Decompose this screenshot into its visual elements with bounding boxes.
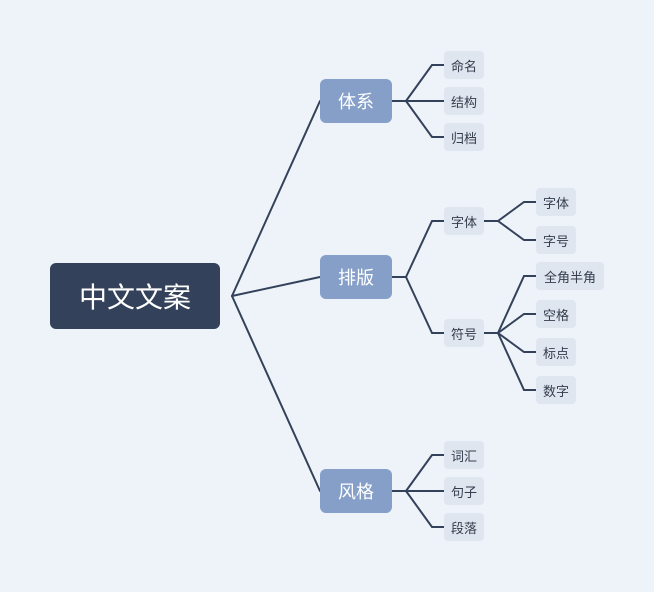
connector-fuhao-biaodian bbox=[497, 332, 537, 353]
leaf-node-quanjiao-banjiao[interactable]: 全角半角 bbox=[536, 262, 604, 290]
connector-ziti-ziti2 bbox=[497, 201, 537, 222]
root-node-label: 中文文案 bbox=[78, 281, 191, 314]
root-node[interactable]: 中文文案 bbox=[50, 263, 220, 329]
connector-fengge-duanluo bbox=[405, 490, 445, 528]
branch-node-tixi[interactable]: 体系 bbox=[320, 79, 392, 123]
leaf-node-juzi[interactable]: 句子 bbox=[444, 477, 484, 505]
connector-root-paiban bbox=[231, 276, 321, 297]
subbranch-node-ziti[interactable]: 字体 bbox=[444, 207, 484, 235]
branch-node-label: 排版 bbox=[338, 268, 374, 289]
leaf-node-guidang[interactable]: 归档 bbox=[444, 123, 484, 151]
leaf-node-label: 标点 bbox=[542, 346, 569, 362]
connector-tixi-guidang bbox=[405, 100, 445, 138]
branch-node-label: 风格 bbox=[338, 482, 374, 503]
branch-node-label: 体系 bbox=[338, 92, 374, 113]
leaf-node-zihao[interactable]: 字号 bbox=[536, 226, 576, 254]
connector-fuhao-shuzi bbox=[497, 332, 537, 391]
leaf-node-label: 全角半角 bbox=[543, 270, 596, 286]
leaf-node-label: 命名 bbox=[450, 59, 477, 75]
leaf-node-shuzi[interactable]: 数字 bbox=[536, 376, 576, 404]
leaf-node-label: 字体 bbox=[450, 215, 477, 231]
connector-fengge-cihui bbox=[405, 454, 445, 492]
leaf-node-jiegou[interactable]: 结构 bbox=[444, 87, 484, 115]
leaf-node-label: 段落 bbox=[450, 521, 477, 537]
leaf-node-ziti[interactable]: 字体 bbox=[536, 188, 576, 216]
leaf-node-label: 归档 bbox=[450, 131, 477, 147]
branch-node-fengge[interactable]: 风格 bbox=[320, 469, 392, 513]
connector-root-tixi bbox=[231, 100, 321, 297]
connector-fuhao-kongge bbox=[497, 313, 537, 334]
leaf-node-label: 数字 bbox=[542, 384, 569, 400]
leaf-node-kongge[interactable]: 空格 bbox=[536, 300, 576, 328]
leaf-node-duanluo[interactable]: 段落 bbox=[444, 513, 484, 541]
leaf-node-label: 结构 bbox=[450, 95, 477, 111]
leaf-node-label: 词汇 bbox=[450, 449, 477, 465]
leaf-node-label: 字号 bbox=[542, 234, 569, 250]
leaf-node-mingming[interactable]: 命名 bbox=[444, 51, 484, 79]
connector-tixi-mingming bbox=[405, 64, 445, 102]
leaf-node-label: 字体 bbox=[542, 196, 569, 212]
leaf-node-label: 句子 bbox=[450, 485, 477, 501]
connector-ziti-zihao bbox=[497, 220, 537, 241]
connector-root-fengge bbox=[231, 295, 321, 492]
leaf-node-cihui[interactable]: 词汇 bbox=[444, 441, 484, 469]
branch-node-paiban[interactable]: 排版 bbox=[320, 255, 392, 299]
leaf-node-biaodian[interactable]: 标点 bbox=[536, 338, 576, 366]
connector-paiban-ziti bbox=[405, 220, 445, 278]
subbranch-node-fuhao[interactable]: 符号 bbox=[444, 319, 484, 347]
connector-fuhao-quanjiao bbox=[497, 275, 537, 334]
leaf-node-label: 空格 bbox=[542, 308, 569, 324]
leaf-node-label: 符号 bbox=[450, 327, 477, 343]
connector-paiban-fuhao bbox=[405, 276, 445, 334]
